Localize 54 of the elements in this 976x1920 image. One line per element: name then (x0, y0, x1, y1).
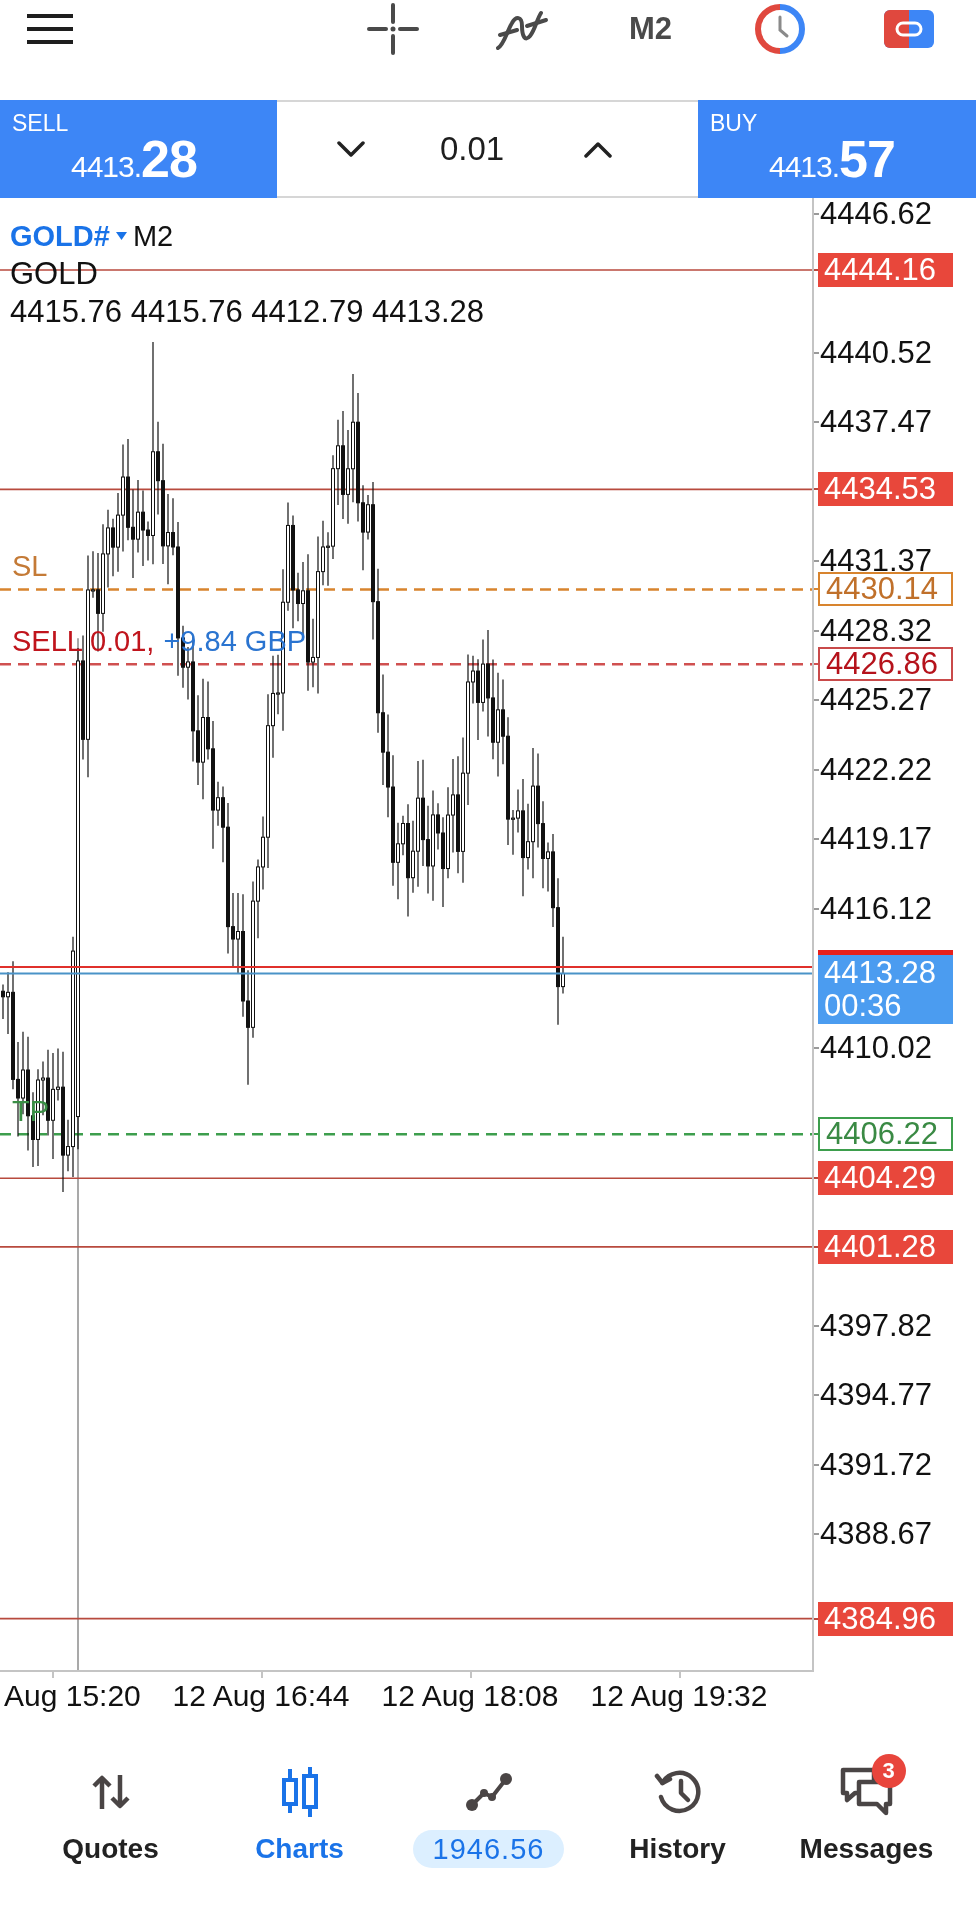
menu-icon[interactable] (27, 14, 73, 44)
time-label: Aug 15:20 (4, 1679, 141, 1713)
nav-tab[interactable]: History (583, 1724, 772, 1874)
crosshair-icon[interactable] (366, 3, 419, 55)
price-label: 4419.17 (820, 827, 933, 852)
timeframe-label: M2 (132, 219, 174, 254)
clock-ring-icon[interactable] (754, 4, 805, 54)
nav-tab[interactable]: Charts (205, 1724, 394, 1874)
candlestick-icon (279, 1767, 320, 1817)
price-level-tag: 4444.16 (818, 253, 953, 288)
volume-field[interactable]: 0.01 (440, 130, 505, 168)
message-count-badge: 3 (871, 1754, 906, 1788)
history-icon (653, 1769, 702, 1815)
time-label: 12 Aug 19:32 (590, 1679, 768, 1713)
take-profit-tag: 4406.22 (818, 1117, 953, 1152)
stop-loss-tag: 4430.14 (818, 572, 953, 607)
up-down-arrows-icon (90, 1773, 131, 1811)
time-label: 12 Aug 18:08 (381, 1679, 559, 1713)
price-label: 4437.47 (820, 410, 933, 435)
price-label: 4410.02 (820, 1035, 933, 1060)
chevron-up-icon[interactable] (584, 140, 613, 158)
price-level-tag: 4404.29 (818, 1161, 953, 1196)
price-label: 4388.67 (820, 1522, 933, 1547)
line-chart-icon (465, 1773, 512, 1811)
stop-loss-label: SL (12, 549, 48, 584)
price-label: 4416.12 (820, 896, 933, 921)
bar-countdown: 00:36 (824, 989, 903, 1022)
toggle-icon[interactable] (883, 10, 934, 48)
price-level-tag: 4384.96 (818, 1601, 953, 1636)
sell-button[interactable]: SELL 4413.28 (0, 100, 277, 198)
buy-button[interactable]: BUY 4413.57 (698, 100, 976, 198)
nav-tab[interactable]: 3 Messages (772, 1724, 961, 1874)
price-label: 4440.52 (820, 340, 933, 365)
price-label: 4391.72 (820, 1452, 933, 1477)
order-price-tag: 4426.86 (818, 647, 953, 682)
nav-tab[interactable]: Quotes (16, 1724, 205, 1874)
price-label: 4431.37 (820, 549, 933, 574)
dropdown-caret-icon[interactable] (115, 232, 127, 240)
ohlc-values: 4415.76 4415.76 4412.79 4413.28 (10, 293, 485, 331)
price-label: 4425.27 (820, 688, 933, 713)
time-label: 12 Aug 16:44 (172, 1679, 350, 1713)
price-label: 4397.82 (820, 1313, 933, 1338)
price-level-tag: 4401.28 (818, 1229, 953, 1264)
balance-pill: 1946.56 (412, 1830, 565, 1868)
price-label: 4428.32 (820, 618, 933, 643)
bid-price: 4413.28 (824, 956, 938, 989)
timeframe-button[interactable]: M2 (628, 11, 673, 47)
nav-tab[interactable]: 1946.56 (394, 1724, 583, 1874)
price-label: 4422.22 (820, 757, 933, 782)
symbol-name[interactable]: GOLD# (10, 217, 110, 255)
price-label: 4394.77 (820, 1383, 933, 1408)
chevron-down-icon[interactable] (337, 140, 365, 158)
price-level-tag: 4434.53 (818, 472, 953, 507)
price-label: 4446.62 (820, 202, 933, 226)
